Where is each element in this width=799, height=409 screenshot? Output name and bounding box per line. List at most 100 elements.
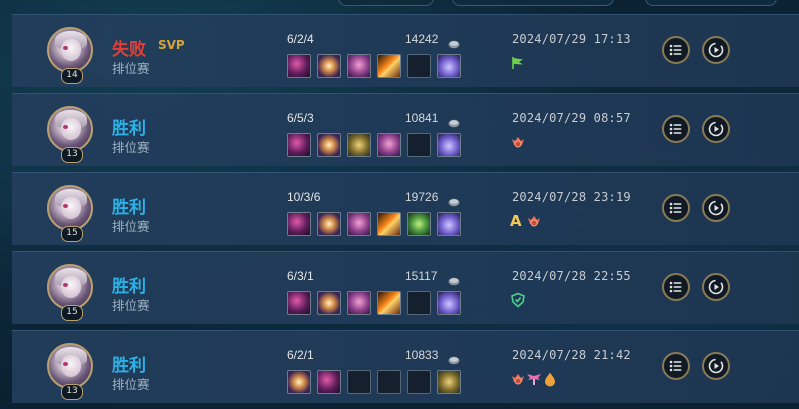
- match-detail-button[interactable]: [662, 194, 690, 222]
- item-purple-claws[interactable]: [287, 291, 311, 315]
- item-purple-boots[interactable]: [437, 291, 461, 315]
- gold-coin-icon: [448, 113, 460, 128]
- gold-coin-icon: [448, 271, 460, 286]
- item-pink-mask[interactable]: [347, 291, 371, 315]
- item-purple-boots[interactable]: [437, 133, 461, 157]
- item-purple-claws[interactable]: [317, 370, 341, 394]
- item-green-blade[interactable]: [407, 212, 431, 236]
- hero-level-badge: 15: [61, 305, 83, 321]
- crest-icon: [510, 134, 526, 150]
- gold-amount: 14242: [405, 32, 439, 46]
- replay-icon: [704, 38, 728, 66]
- hero-avatar[interactable]: [47, 185, 93, 231]
- item-star-burst[interactable]: [287, 370, 311, 394]
- item-purple-claws[interactable]: [287, 54, 311, 78]
- shield-icon: [510, 292, 526, 308]
- match-detail-button[interactable]: [662, 273, 690, 301]
- game-mode: 排位赛: [112, 140, 150, 155]
- hero-level-badge: 14: [61, 68, 83, 84]
- match-row[interactable]: 13 胜利 排位赛 6/5/3 10841 2024/07/29 08:57: [12, 93, 799, 166]
- game-mode: 排位赛: [112, 219, 150, 234]
- item-pink-mask[interactable]: [377, 133, 401, 157]
- replay-icon: [704, 196, 728, 224]
- kda-score: 6/3/1: [287, 269, 314, 283]
- hero-level-badge: 15: [61, 226, 83, 242]
- empty-item-slot: [407, 370, 431, 394]
- gold-coin-icon: [448, 350, 460, 365]
- list-icon: [664, 38, 688, 66]
- match-row[interactable]: 15 胜利 排位赛 6/3/1 15117 2024/07/28 22:55: [12, 251, 799, 324]
- hero-face: [61, 118, 81, 140]
- item-gold-emblem[interactable]: [347, 133, 371, 157]
- hero-eye: [63, 362, 68, 366]
- top-filter-left[interactable]: [338, 0, 434, 6]
- item-fire-sword[interactable]: [377, 54, 401, 78]
- match-date: 2024/07/28 21:42: [512, 348, 631, 362]
- hero-face: [61, 39, 81, 61]
- top-filter-right[interactable]: [645, 0, 777, 6]
- match-row[interactable]: 14 失败 SVP 排位赛 6/2/4 14242 2024/07/29 17:13: [12, 14, 799, 87]
- replay-icon: [704, 275, 728, 303]
- hero-eye: [63, 46, 68, 50]
- hero-avatar[interactable]: [47, 27, 93, 73]
- top-bar: [0, 0, 799, 6]
- item-fire-sword[interactable]: [377, 212, 401, 236]
- match-date: 2024/07/28 22:55: [512, 269, 631, 283]
- list-icon: [664, 196, 688, 224]
- match-result: 胜利: [112, 119, 146, 139]
- hero-avatar[interactable]: [47, 264, 93, 310]
- gold-amount: 10841: [405, 111, 439, 125]
- match-detail-button[interactable]: [662, 36, 690, 64]
- replay-icon: [704, 117, 728, 145]
- item-star-burst[interactable]: [317, 54, 341, 78]
- item-star-burst[interactable]: [317, 212, 341, 236]
- replay-button[interactable]: [702, 115, 730, 143]
- gold-coin-icon: [448, 34, 460, 49]
- match-row[interactable]: 13 胜利 排位赛 6/2/1 10833 2024/07/28 21:42: [12, 330, 799, 403]
- replay-button[interactable]: [702, 36, 730, 64]
- match-result: 失败: [112, 40, 146, 60]
- kda-score: 6/2/1: [287, 348, 314, 362]
- item-star-burst[interactable]: [317, 133, 341, 157]
- crest-icon: [510, 371, 526, 387]
- top-filter-middle[interactable]: [452, 0, 614, 6]
- match-result: 胜利: [112, 198, 146, 218]
- empty-item-slot: [407, 133, 431, 157]
- match-row[interactable]: 15 胜利 排位赛 10/3/6 19726 2024/07/28 23:19 A: [12, 172, 799, 245]
- kda-score: 6/2/4: [287, 32, 314, 46]
- list-icon: [664, 117, 688, 145]
- gold-amount: 10833: [405, 348, 439, 362]
- item-purple-claws[interactable]: [287, 133, 311, 157]
- replay-button[interactable]: [702, 352, 730, 380]
- empty-item-slot: [407, 291, 431, 315]
- hero-eye: [63, 125, 68, 129]
- hero-eye: [63, 283, 68, 287]
- item-purple-boots[interactable]: [437, 212, 461, 236]
- gold-amount: 15117: [405, 269, 438, 283]
- hero-face: [61, 276, 81, 298]
- hero-avatar[interactable]: [47, 106, 93, 152]
- game-mode: 排位赛: [112, 61, 150, 76]
- item-pink-mask[interactable]: [347, 212, 371, 236]
- hero-eye: [63, 204, 68, 208]
- empty-item-slot: [407, 54, 431, 78]
- replay-button[interactable]: [702, 273, 730, 301]
- match-detail-button[interactable]: [662, 115, 690, 143]
- match-result: 胜利: [112, 356, 146, 376]
- item-purple-claws[interactable]: [287, 212, 311, 236]
- item-gold-emblem[interactable]: [437, 370, 461, 394]
- hero-face: [61, 197, 81, 219]
- replay-icon: [704, 354, 728, 382]
- replay-button[interactable]: [702, 194, 730, 222]
- game-mode: 排位赛: [112, 298, 150, 313]
- item-purple-boots[interactable]: [437, 54, 461, 78]
- match-detail-button[interactable]: [662, 352, 690, 380]
- item-star-burst[interactable]: [317, 291, 341, 315]
- game-mode: 排位赛: [112, 377, 150, 392]
- item-fire-sword[interactable]: [377, 291, 401, 315]
- match-date: 2024/07/28 23:19: [512, 190, 631, 204]
- hero-avatar[interactable]: [47, 343, 93, 389]
- item-pink-mask[interactable]: [347, 54, 371, 78]
- match-result: 胜利: [112, 277, 146, 297]
- crest-icon: [526, 213, 542, 229]
